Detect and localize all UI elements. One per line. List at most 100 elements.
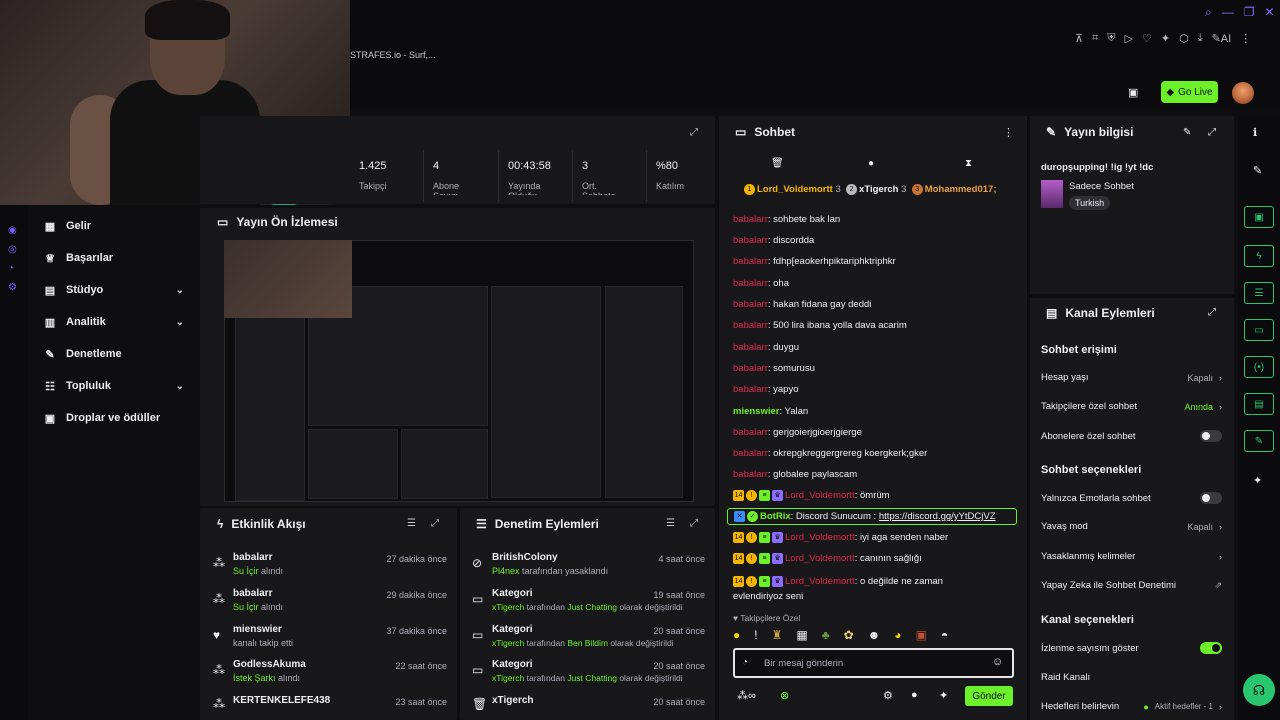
timer-icon[interactable]: ◔ [742, 657, 748, 668]
play-icon[interactable]: ▷ [1125, 32, 1133, 45]
gear-icon[interactable]: ⚙ [883, 689, 893, 702]
sidebar-item-droplar[interactable]: ▣ Droplar ve ödüller [28, 402, 200, 434]
code-button[interactable]: (•) [1244, 356, 1274, 378]
pin-icon[interactable]: ⊼ [1075, 32, 1083, 45]
tag[interactable]: Turkish [1069, 196, 1111, 210]
expand-icon[interactable]: ⤢ [1208, 127, 1216, 138]
chat-message: mienswier: Yalan [733, 406, 809, 417]
list-button[interactable]: ☰ [1244, 282, 1274, 304]
setting-slow-mode[interactable]: Yavaş mod Kapalı › [1041, 521, 1222, 532]
list-item: ⊘ BritishColony Pl4nex tarafından yasakl… [472, 552, 705, 576]
moderation-list: ⊘ BritishColony Pl4nex tarafından yasakl… [460, 548, 715, 718]
preview-header: ▭ Yayın Ön İzlemesi [217, 215, 338, 229]
chevron-down-icon: ⌄ [175, 316, 184, 328]
setting-ai-moderation[interactable]: Yapay Zeka ile Sohbet Denetimi ⇗ [1041, 580, 1222, 591]
subs-only-toggle[interactable] [1200, 430, 1222, 442]
chevron-right-icon: › [1219, 551, 1222, 562]
kick-icon[interactable]: ⊗ [780, 689, 789, 702]
quick-actions-icon[interactable]: ▣ [1128, 86, 1138, 99]
speech-icon[interactable]: ● [868, 158, 874, 169]
menu-icon[interactable]: ⋮ [1240, 32, 1251, 45]
sidebar-item-denetleme[interactable]: ✎ Denetleme [28, 338, 200, 370]
edit-icon[interactable]: ✎ [1183, 127, 1191, 138]
setting-raid[interactable]: Raid Kanalı [1041, 672, 1222, 683]
emoji-icon[interactable]: ☺ [992, 656, 1003, 668]
sidebar-item-studyo[interactable]: ▤ Stüdyo ⌄ [28, 274, 200, 306]
close-icon[interactable]: ✕ [1265, 5, 1275, 20]
chat-bubble-icon[interactable]: ● [911, 689, 918, 701]
emote-bar[interactable]: ● ǃ ♜ ▦ ♣ ✿ ☻ ◕ ▣ ◓ [733, 628, 1013, 644]
browser-toolbar[interactable]: ⊼ ⌗ ⛨ ▷ ♡ ✦ ⬡ ⤓ ✎AI ⋮ [1075, 32, 1251, 45]
download-icon[interactable]: ⤓ [1198, 32, 1203, 45]
setting-emote-only[interactable]: Yalnızca Emotlarla sohbet [1041, 492, 1222, 504]
chat-header: ▭ Sohbet [735, 125, 796, 139]
filter-icon[interactable]: ☰ [407, 518, 416, 529]
info-icon[interactable]: ℹ [1253, 126, 1257, 139]
points-icon[interactable]: ⁂∞ [737, 689, 756, 702]
bolt-button[interactable]: ϟ [1244, 245, 1274, 267]
avatar[interactable] [1232, 82, 1254, 104]
gift-icon: ▣ [44, 412, 56, 425]
send-button[interactable]: Gönder [965, 686, 1013, 706]
extensions-icon[interactable]: ✦ [939, 689, 948, 702]
search-icon[interactable]: ⌕ [1205, 5, 1212, 20]
pencil-icon[interactable]: ✎ [1253, 164, 1262, 177]
setting-subs-only[interactable]: Abonelere özel sohbet [1041, 430, 1222, 442]
cube-icon[interactable]: ⬡ [1179, 32, 1189, 45]
sidebar-item-topluluk[interactable]: ☷ Topluluk ⌄ [28, 370, 200, 402]
preview-title: Yayın Ön İzlemesi [236, 215, 338, 229]
emote-only-toggle[interactable] [1200, 492, 1222, 504]
screenshot-icon[interactable]: ⌗ [1092, 32, 1098, 45]
chat-message: babalarr: sohbete bak lan [733, 214, 841, 225]
kick-logo-icon: ◆ [1166, 86, 1175, 98]
ai-icon[interactable]: ✎AI [1212, 32, 1232, 45]
activity-header: ϟ Etkinlik Akışı [217, 517, 306, 531]
help-button[interactable]: ☊ [1243, 674, 1275, 706]
filter-icon[interactable]: ☰ [666, 518, 675, 529]
hourglass-icon[interactable]: ⧗ [965, 158, 972, 169]
setting-show-viewers[interactable]: İzlenme sayısını göster [1041, 642, 1222, 654]
chat-message: babalarr: 500 lira ibana yolla dava acar… [733, 320, 907, 331]
minimize-icon[interactable]: — [1222, 5, 1234, 20]
wrench-button[interactable]: ✎ [1244, 430, 1274, 452]
shortcut-button[interactable]: ▣ [1244, 206, 1274, 228]
discord-link[interactable]: https://discord.gg/yYtDCjVZ [879, 511, 996, 522]
store-button[interactable]: ▤ [1244, 393, 1274, 415]
setting-followers-only[interactable]: Takipçilere özel sohbet Anında › [1041, 401, 1222, 412]
settings-icon[interactable]: ⚙ [8, 282, 28, 293]
shield-icon[interactable]: ⛨ [1107, 32, 1115, 45]
heart-icon: ♥ [733, 613, 739, 623]
top-chatters: 1 Lord_Voldemortt 3 2 xTigerch 3 3 Mohammed… [744, 184, 1014, 195]
trash-icon[interactable]: 🗑 [771, 158, 784, 169]
circle-icon[interactable]: ◉ [8, 225, 28, 236]
extensions-icon[interactable]: ✦ [1161, 32, 1170, 45]
trophy-icon: ♕ [45, 252, 55, 265]
window-controls[interactable]: ⌕ — ❐ ✕ [1205, 5, 1275, 20]
chat-menu-icon[interactable]: ⋮ [1003, 126, 1014, 139]
chat-message: babalarr: somurusu [733, 363, 815, 374]
restore-icon[interactable]: ❐ [1244, 5, 1255, 20]
sidebar-item-gelir[interactable]: ▦ Gelir [28, 210, 200, 242]
category-name[interactable]: Sadece Sohbet [1069, 181, 1134, 192]
extensions-icon[interactable]: ✦ [1253, 474, 1262, 487]
sidebar-item-basarilar[interactable]: ♕ Başarılar [28, 242, 200, 274]
chat-icon[interactable]: ◎ [8, 244, 28, 255]
sidebar-item-analitik[interactable]: ▥ Analitik ⌄ [28, 306, 200, 338]
browser-tab-title[interactable]: STRAFES.io - Surf,... [350, 50, 436, 60]
show-viewers-toggle[interactable] [1200, 642, 1222, 654]
expand-icon[interactable]: ⤢ [690, 518, 698, 529]
chat-message: babalarr: duygu [733, 342, 800, 353]
category-thumbnail [1041, 180, 1063, 208]
go-live-button[interactable]: ◆ Go Live [1161, 81, 1218, 103]
users-icon[interactable]: ◔ [8, 263, 28, 274]
sidebar-nav: ▦ Gelir ♕ Başarılar ▤ Stüdyo ⌄ ▥ Analitik ⌄ ✎ D… [28, 210, 200, 434]
chat-button[interactable]: ▭ [1244, 319, 1274, 341]
expand-icon[interactable]: ⤢ [431, 518, 439, 529]
heart-icon[interactable]: ♡ [1142, 32, 1152, 45]
chevron-right-icon: › [1219, 521, 1222, 532]
expand-icon[interactable]: ⤢ [690, 127, 698, 138]
category-icon: ▭ [472, 592, 484, 606]
setting-goals[interactable]: Hedefleri belirlevin ● Aktif hedefler - 1 › [1041, 701, 1222, 712]
setting-account-age[interactable]: Hesap yaşı Kapalı › [1041, 372, 1222, 383]
setting-banned-words[interactable]: Yasaklanmış kelimeler › [1041, 551, 1222, 562]
